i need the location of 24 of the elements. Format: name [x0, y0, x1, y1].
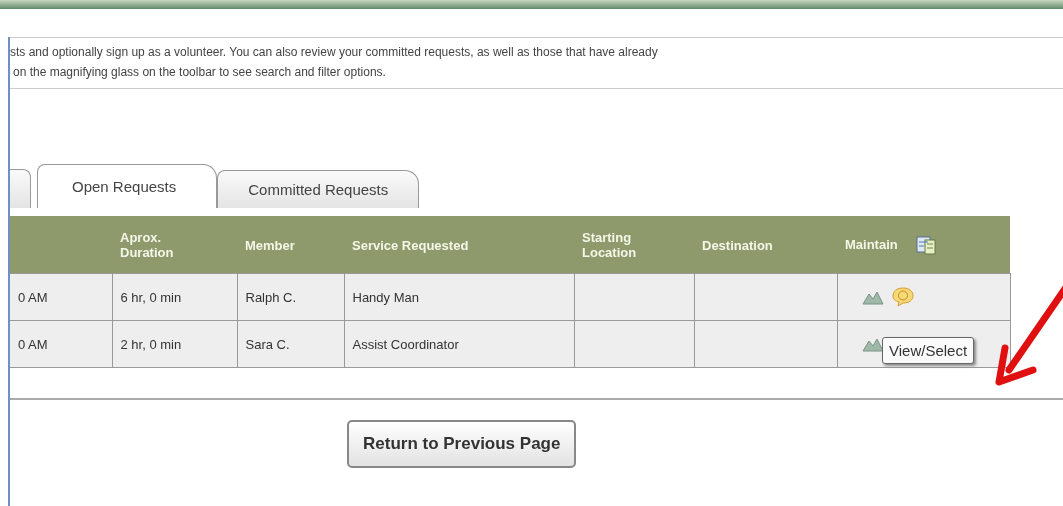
hills-icon[interactable] — [861, 336, 884, 353]
column-header: Starting Location — [582, 229, 637, 260]
column-header: Service Requested — [352, 237, 469, 253]
table-cell: Assist Coordinator — [352, 336, 459, 352]
table-cell: 2 hr, 0 min — [120, 336, 182, 352]
table-cell: 6 hr, 0 min — [120, 289, 182, 305]
table-cell: Sara C. — [245, 336, 290, 352]
column-header: Member — [245, 237, 295, 253]
column-header: Maintain — [845, 237, 898, 252]
table-cell: 0 AM — [18, 336, 48, 352]
column-header: Aprox. Duration — [120, 229, 174, 260]
return-button[interactable]: Return to Previous Page — [347, 420, 577, 468]
spreadsheet-icon[interactable] — [915, 234, 936, 255]
description-text: sts and optionally sign up as a volunteer. You can also review your committed requests, as well as those that have already — [10, 44, 659, 61]
column-header: Destination — [702, 237, 773, 253]
tooltip: View/Select — [882, 337, 975, 364]
table-cell: Ralph C. — [245, 289, 297, 305]
table-cell: Handy Man — [352, 289, 419, 305]
tab[interactable]: Open Requests — [37, 164, 218, 208]
tab[interactable] — [10, 169, 31, 208]
hills-icon[interactable] — [861, 289, 884, 305]
tab[interactable]: Committed Requests — [217, 170, 420, 208]
description-text: on the magnifying glass on the toolbar to see search and filter options. — [12, 64, 387, 81]
table-cell: 0 AM — [18, 289, 48, 305]
